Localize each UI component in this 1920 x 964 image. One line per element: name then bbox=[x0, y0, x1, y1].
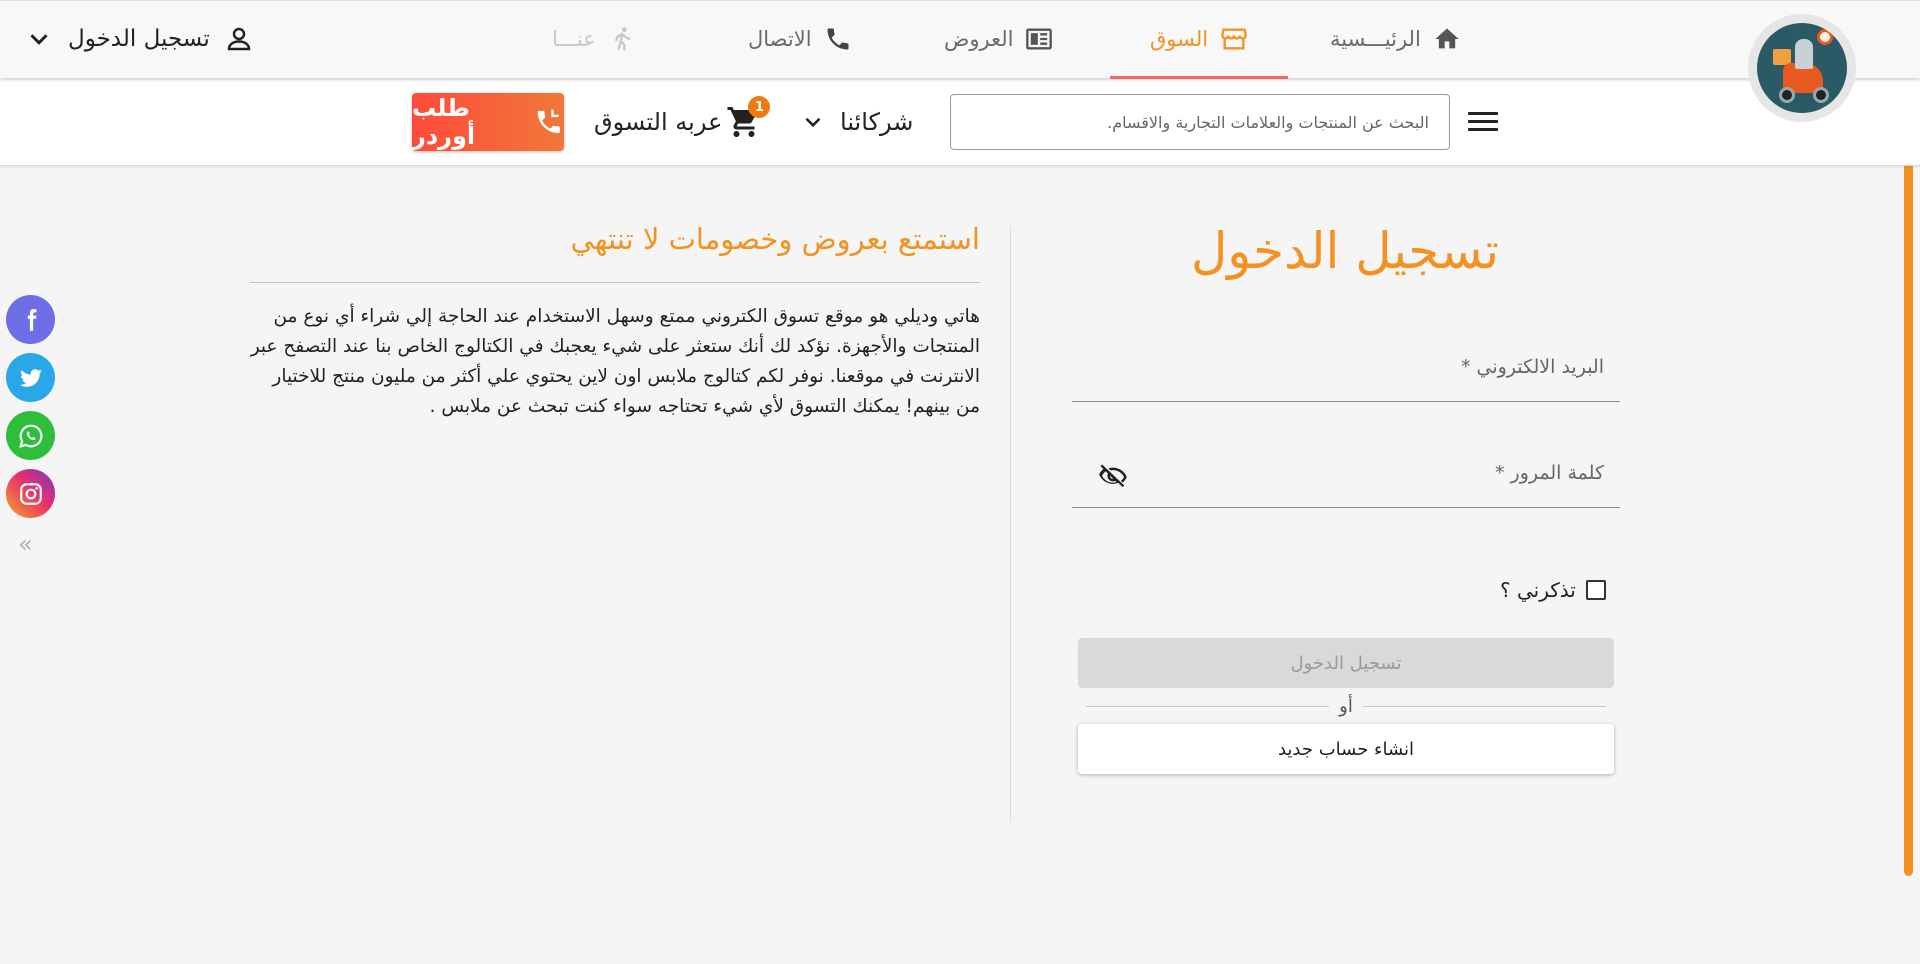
remember-me[interactable]: تذكرني ؟ bbox=[1500, 576, 1620, 604]
site-logo[interactable] bbox=[1748, 14, 1856, 122]
newspaper-icon bbox=[1026, 28, 1053, 50]
visibility-off-icon[interactable] bbox=[1098, 462, 1128, 492]
order-button[interactable]: طلب أوردر bbox=[412, 93, 564, 151]
nav-contact-label: الاتصال bbox=[748, 27, 812, 51]
twitter-icon[interactable] bbox=[6, 353, 55, 402]
remember-me-checkbox[interactable] bbox=[1585, 580, 1606, 600]
login-menu-label: تسجيل الدخول bbox=[68, 26, 210, 52]
nav-contact[interactable]: الاتصال bbox=[748, 1, 852, 77]
delivery-rider-logo-icon bbox=[1757, 23, 1847, 113]
whatsapp-icon[interactable] bbox=[6, 411, 55, 460]
promo-divider bbox=[250, 282, 980, 283]
store-icon bbox=[1221, 28, 1247, 50]
partners-label: شركائنا bbox=[840, 108, 914, 136]
remember-me-label: تذكرني ؟ bbox=[1500, 578, 1576, 602]
shopping-cart[interactable]: عربه التسوق 1 bbox=[594, 96, 771, 146]
nav-market-label: السوق bbox=[1150, 27, 1209, 51]
chevron-down-icon bbox=[805, 117, 821, 128]
instagram-icon[interactable] bbox=[6, 469, 55, 518]
register-button[interactable]: انشاء حساب جديد bbox=[1078, 724, 1614, 774]
phone-icon bbox=[827, 28, 849, 50]
nav-offers[interactable]: العروض bbox=[944, 1, 1053, 77]
login-submit-button[interactable]: تسجيل الدخول bbox=[1078, 638, 1614, 688]
social-links bbox=[6, 295, 55, 518]
email-field[interactable]: البريد الالكتروني * bbox=[1072, 346, 1620, 402]
nav-about-label: عنـــا bbox=[552, 27, 596, 51]
scrollbar-thumb[interactable] bbox=[1904, 82, 1913, 876]
partners-dropdown[interactable]: شركائنا bbox=[800, 98, 913, 146]
walking-icon bbox=[614, 27, 631, 51]
menu-icon[interactable] bbox=[1468, 106, 1498, 136]
password-field[interactable]: كلمة المرور * bbox=[1072, 452, 1620, 508]
order-button-label: طلب أوردر bbox=[412, 94, 476, 150]
email-field-label: البريد الالكتروني * bbox=[1460, 356, 1604, 378]
cart-label: عربه التسوق bbox=[594, 108, 723, 136]
nav-about[interactable]: عنـــا bbox=[552, 1, 636, 77]
user-icon bbox=[227, 27, 250, 51]
nav-home-label: الرئيـــسية bbox=[1330, 27, 1421, 51]
nav-market[interactable]: السوق bbox=[1109, 1, 1289, 79]
home-icon bbox=[1435, 28, 1459, 49]
or-label: أو bbox=[1339, 695, 1353, 717]
section-divider bbox=[1010, 226, 1011, 822]
search-bar-row: شركائنا عربه التسوق 1 طلب أوردر bbox=[0, 78, 1920, 166]
phone-callback-icon bbox=[538, 109, 561, 134]
login-title: تسجيل الدخول bbox=[1190, 222, 1500, 280]
nav-offers-label: العروض bbox=[944, 27, 1014, 51]
chevron-down-icon bbox=[30, 34, 48, 45]
password-field-label: كلمة المرور * bbox=[1495, 462, 1604, 484]
double-chevron-left-icon[interactable]: « bbox=[18, 530, 33, 558]
search-input[interactable] bbox=[950, 94, 1450, 150]
promo-text: هاتي وديلي هو موقع تسوق الكتروني ممتع وس… bbox=[250, 306, 980, 417]
promo-title: استمتع بعروض وخصومات لا تنتهي bbox=[570, 222, 980, 256]
top-navbar: تسجيل الدخول عنـــا الاتصال العروض السوق… bbox=[0, 0, 1920, 79]
cart-count-badge: 1 bbox=[748, 96, 771, 118]
or-separator: أو bbox=[1086, 694, 1607, 718]
user-login-menu[interactable]: تسجيل الدخول bbox=[24, 1, 254, 77]
facebook-icon[interactable] bbox=[6, 295, 55, 344]
nav-home[interactable]: الرئيـــسية bbox=[1330, 1, 1461, 77]
